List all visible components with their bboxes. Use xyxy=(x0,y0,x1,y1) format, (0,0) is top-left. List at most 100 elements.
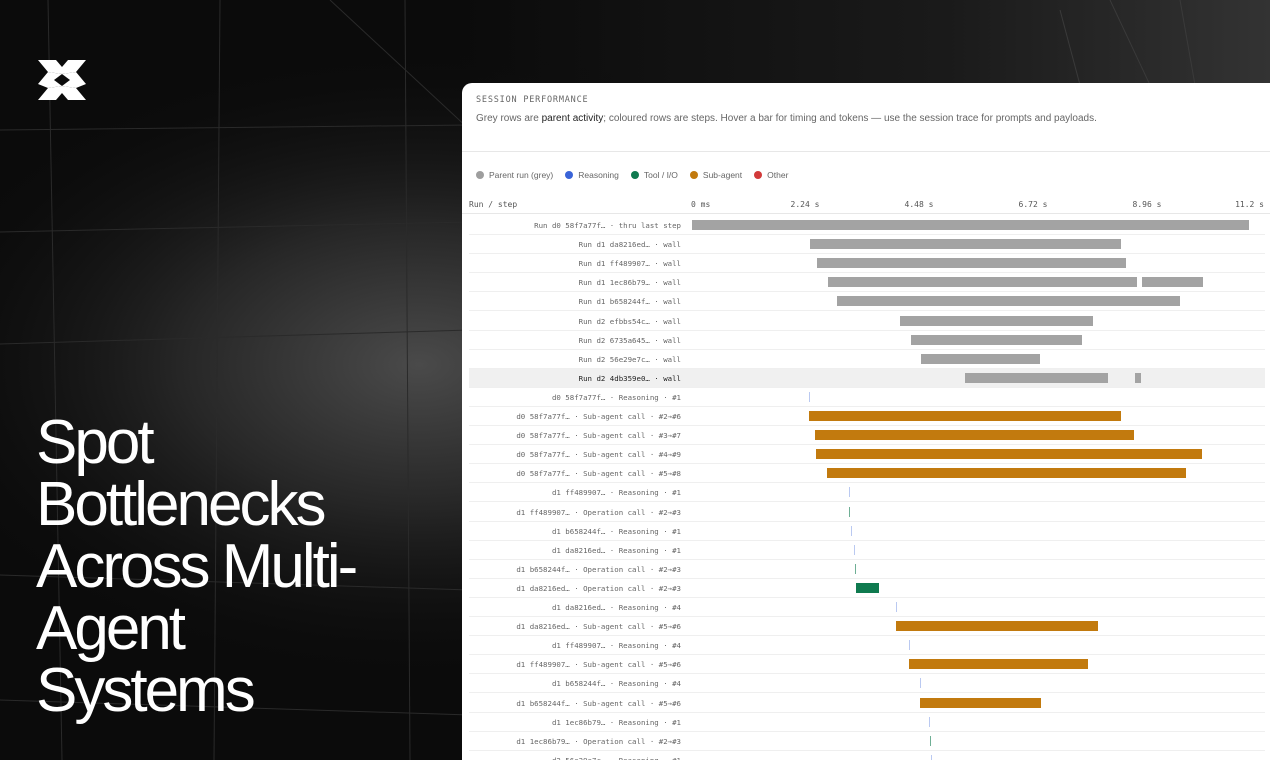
timeline-row[interactable]: Run d1 1ec86b79… · wall xyxy=(469,273,1265,293)
timeline-bar-parent[interactable] xyxy=(910,334,1083,345)
timeline-row[interactable]: d1 da8216ed… · Reasoning · #4 xyxy=(469,598,1265,617)
timeline-bar-reasoning[interactable] xyxy=(920,678,921,689)
timeline-row[interactable]: d1 ff489907… · Sub-agent call · #5→#6 xyxy=(469,655,1265,675)
legend-dot-icon xyxy=(630,171,639,179)
legend-dot-icon xyxy=(754,171,763,179)
timeline-bar-tool[interactable] xyxy=(855,582,879,593)
timeline-bar-reasoning[interactable] xyxy=(853,544,855,555)
timeline-bar-subagent[interactable] xyxy=(920,697,1041,708)
timeline-bar-parent[interactable] xyxy=(827,277,1137,288)
row-label: Run d2 56e29e7c… · wall xyxy=(578,354,681,364)
timeline-bar-subagent[interactable] xyxy=(809,411,1121,421)
headline-line: Agent xyxy=(36,594,186,663)
axis-tick-label: 2.24 s xyxy=(790,200,820,209)
headline-line: Bottlenecks xyxy=(36,470,327,539)
timeline-row[interactable]: d1 1ec86b79… · Operation call · #2→#3 xyxy=(469,732,1265,751)
row-label: d2 56e29e7c… · Reasoning · #1 xyxy=(469,756,681,760)
timeline-row[interactable]: Run d2 efbbs54c… · wall xyxy=(469,312,1265,331)
timeline-row[interactable]: Run d1 b658244f… · wall xyxy=(469,292,1265,312)
row-label: d1 da8216ed… · Reasoning · #4 xyxy=(551,603,681,612)
timeline-row[interactable]: Run d1 da8216ed… · wall xyxy=(469,235,1265,255)
timeline-row[interactable]: Run d2 4db359e0… · wall xyxy=(469,368,1265,388)
row-label: d1 1ec86b79… · Reasoning · #1 xyxy=(551,717,681,727)
legend-label: Reasoning xyxy=(578,170,619,180)
timeline-row[interactable]: d0 58f7a77f… · Reasoning · #1 xyxy=(469,388,1265,407)
timeline-row[interactable]: d1 ff489907… · Reasoning · #1 xyxy=(469,483,1265,503)
timeline-axis: Run / step 0 ms 2.24 s 4.48 s 6.72 s 8.96 s 1… xyxy=(462,194,1270,214)
headline-line: Spot xyxy=(36,408,155,477)
timeline-row[interactable]: Run d2 6735a645… · wall xyxy=(469,331,1265,350)
timeline-bar-parent[interactable] xyxy=(809,239,1121,250)
timeline-bar-parent[interactable] xyxy=(817,258,1126,269)
row-label: d1 b658244f… · Operation call · #2→#3 xyxy=(516,564,681,574)
column-title: Run / step xyxy=(469,200,518,209)
timeline-row[interactable]: Run d0 58f7a77f… · thru last step xyxy=(469,216,1265,235)
row-label: d1 b658244f… · Reasoning · #1 xyxy=(551,526,681,536)
axis-tick-label: 4.48 s xyxy=(904,200,934,209)
timeline-bar-parent[interactable] xyxy=(965,372,1109,383)
timeline-bar-tool[interactable] xyxy=(929,735,931,746)
timeline-row[interactable]: d1 da8216ed… · Reasoning · #1 xyxy=(469,541,1265,560)
timeline-row[interactable]: d1 da8216ed… · Sub-agent call · #5→#6 xyxy=(469,617,1265,637)
timeline-bar-subagent[interactable] xyxy=(895,621,1098,632)
row-label: Run d1 da8216ed… · wall xyxy=(578,240,681,250)
session-performance-panel: SESSION PERFORMANCE Grey rows are parent… xyxy=(462,83,1270,760)
timeline-bar-parent[interactable] xyxy=(836,296,1181,307)
timeline-bar-subagent[interactable] xyxy=(909,659,1089,670)
timeline-bar-parent[interactable] xyxy=(1141,277,1204,288)
legend-dot-icon xyxy=(476,171,484,179)
timeline-bar-reasoning[interactable] xyxy=(909,640,911,651)
axis-tick-label: 8.96 s xyxy=(1132,200,1162,209)
timeline-row[interactable]: d1 ff489907… · Reasoning · #4 xyxy=(469,636,1265,656)
timeline-row[interactable]: d1 da8216ed… · Operation call · #2→#3 xyxy=(469,579,1265,598)
timeline-row[interactable]: d0 58f7a77f… · Sub-agent call · #4→#9 xyxy=(469,445,1265,465)
timeline-row[interactable]: d0 58f7a77f… · Sub-agent call · #2→#6 xyxy=(469,407,1265,426)
timeline-bar-reasoning[interactable] xyxy=(849,487,851,498)
legend-item: Other xyxy=(754,169,788,181)
timeline-bar-subagent[interactable] xyxy=(826,468,1186,479)
desc-text: ; coloured rows are steps. Hover a bar f… xyxy=(603,113,1097,124)
legend-label: Parent run (grey) xyxy=(489,170,554,180)
timeline-bar-tool[interactable] xyxy=(854,563,856,574)
legend-item: Tool / I/O xyxy=(630,169,678,181)
timeline-row[interactable]: d1 b658244f… · Sub-agent call · #5→#6 xyxy=(469,694,1265,713)
row-label: d1 ff489907… · Sub-agent call · #5→#6 xyxy=(516,660,681,670)
timeline-bar-reasoning[interactable] xyxy=(895,602,897,612)
timeline-row[interactable]: d2 56e29e7c… · Reasoning · #1 xyxy=(469,751,1265,760)
timeline-bar-reasoning[interactable] xyxy=(809,391,811,402)
timeline-row[interactable]: Run d1 ff489907… · wall xyxy=(469,254,1265,274)
timeline-row[interactable]: d0 58f7a77f… · Sub-agent call · #3→#7 xyxy=(469,426,1265,446)
row-label: d1 1ec86b79… · Operation call · #2→#3 xyxy=(516,736,681,746)
timeline-bar-tool[interactable] xyxy=(849,506,851,517)
timeline-row[interactable]: d1 b658244f… · Reasoning · #4 xyxy=(469,674,1265,694)
row-label: d1 ff489907… · Operation call · #2→#3 xyxy=(516,507,681,517)
timeline-bar-parent[interactable] xyxy=(921,353,1041,364)
row-label: d1 da8216ed… · Sub-agent call · #5→#6 xyxy=(516,622,681,632)
panel-description: Grey rows are parent activity; coloured … xyxy=(476,111,1106,126)
timeline-bar-subagent[interactable] xyxy=(815,430,1135,441)
legend-label: Sub-agent xyxy=(702,170,743,180)
row-label: d1 ff489907… · Reasoning · #1 xyxy=(551,488,681,498)
timeline-row[interactable]: d0 58f7a77f… · Sub-agent call · #5→#8 xyxy=(469,464,1265,484)
row-label: d0 58f7a77f… · Sub-agent call · #2→#6 xyxy=(516,412,681,421)
timeline-bar-reasoning[interactable] xyxy=(929,716,931,727)
row-label: Run d1 b658244f… · wall xyxy=(578,297,681,307)
row-label: d1 da8216ed… · Reasoning · #1 xyxy=(551,545,681,555)
timeline-row[interactable]: Run d2 56e29e7c… · wall xyxy=(469,350,1265,369)
timeline-row[interactable]: d1 b658244f… · Reasoning · #1 xyxy=(469,522,1265,541)
timeline-bar-subagent[interactable] xyxy=(816,449,1203,460)
timeline-bar-reasoning[interactable] xyxy=(850,525,852,536)
timeline-bar-parent[interactable] xyxy=(1135,372,1141,383)
timeline-bar-parent[interactable] xyxy=(692,220,1250,230)
timeline-row[interactable]: d1 b658244f… · Operation call · #2→#3 xyxy=(469,560,1265,579)
row-label: Run d0 58f7a77f… · thru last step xyxy=(534,221,681,230)
headline: Spot Bottlenecks Across Multi- Agent Sys… xyxy=(36,412,456,722)
timeline-row[interactable]: d1 ff489907… · Operation call · #2→#3 xyxy=(469,503,1265,522)
headline-line: Across Multi- xyxy=(36,532,358,601)
timeline-row[interactable]: d1 1ec86b79… · Reasoning · #1 xyxy=(469,713,1265,732)
panel-header: SESSION PERFORMANCE Grey rows are parent… xyxy=(462,83,1270,152)
timeline-bar-reasoning[interactable] xyxy=(931,754,933,760)
legend-label: Other xyxy=(767,170,789,180)
legend-dot-icon xyxy=(689,171,698,179)
timeline-bar-parent[interactable] xyxy=(899,315,1093,326)
